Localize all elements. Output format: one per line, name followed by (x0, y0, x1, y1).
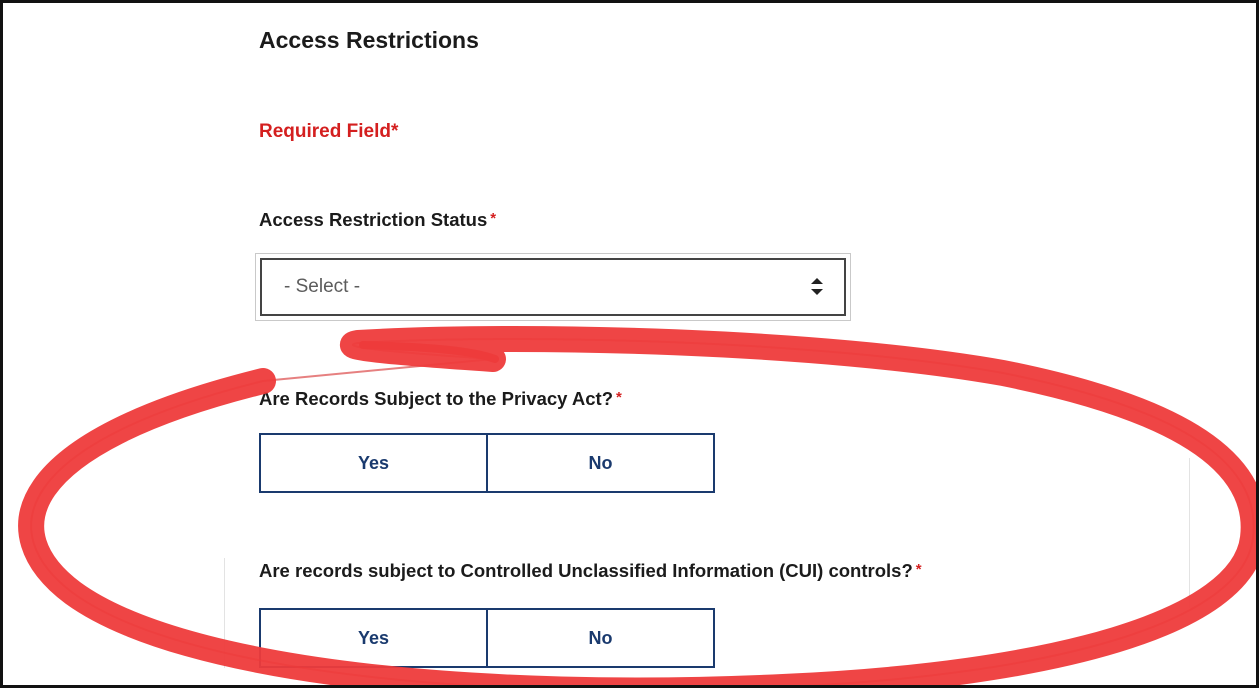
access-restriction-status-select[interactable]: - Select - (255, 253, 851, 321)
screenshot-frame: Access Restrictions Required Field* Acce… (0, 0, 1259, 688)
divider-line (224, 558, 225, 668)
access-restriction-status-label: Access Restriction Status * (259, 209, 496, 231)
required-marker: * (915, 561, 922, 578)
sort-up-down-icon (810, 271, 824, 303)
red-ellipse-annotation (18, 325, 1256, 685)
required-field-note: Required Field* (259, 121, 399, 142)
section-title: Access Restrictions (259, 27, 479, 53)
cui-no-button[interactable]: No (488, 608, 715, 668)
select-value: - Select - (284, 276, 361, 297)
field-label-text: Access Restriction Status (259, 209, 488, 230)
field-label-text: Are records subject to Controlled Unclas… (259, 560, 913, 581)
privacy-act-yes-button[interactable]: Yes (259, 433, 488, 493)
required-marker: * (490, 210, 497, 227)
privacy-act-no-button[interactable]: No (488, 433, 715, 493)
annotation-stroke (359, 341, 499, 363)
cui-label: Are records subject to Controlled Unclas… (259, 560, 922, 582)
select-box[interactable]: - Select - (260, 258, 846, 316)
required-marker: * (616, 389, 622, 406)
privacy-act-toggle: Yes No (259, 433, 715, 493)
cui-yes-button[interactable]: Yes (259, 608, 488, 668)
field-label-text: Are Records Subject to the Privacy Act? (259, 388, 614, 409)
divider-line (1189, 458, 1190, 608)
privacy-act-label: Are Records Subject to the Privacy Act? * (259, 388, 622, 410)
cui-toggle: Yes No (259, 608, 715, 668)
